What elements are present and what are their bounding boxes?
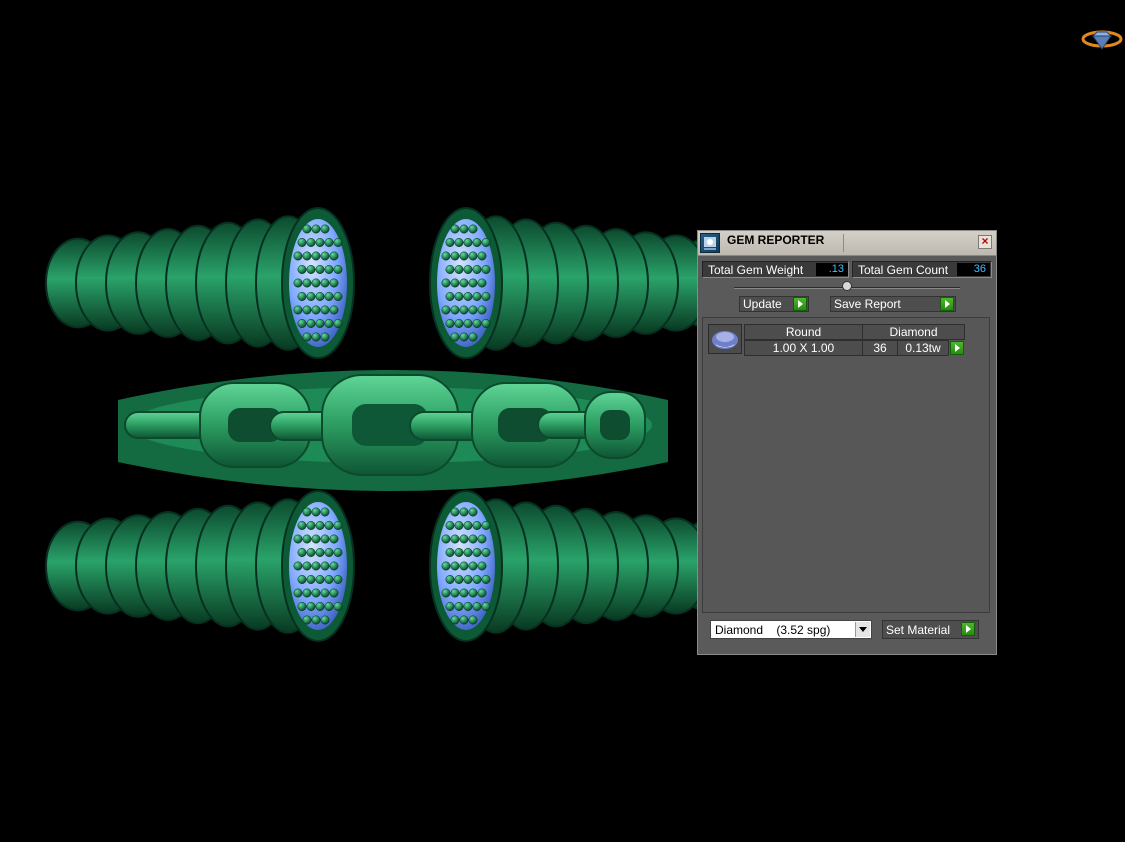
gem-size-cell: 1.00 X 1.00 — [744, 340, 863, 356]
panel-title: GEM REPORTER — [727, 233, 825, 247]
save-report-button[interactable]: Save Report — [830, 296, 956, 312]
save-report-label: Save Report — [834, 297, 901, 311]
total-count-label: Total Gem Count — [858, 263, 949, 277]
chevron-down-icon[interactable] — [855, 622, 870, 637]
close-icon[interactable]: × — [978, 235, 992, 249]
set-material-button[interactable]: Set Material — [882, 620, 979, 639]
gem-material-cell: Diamond — [862, 324, 965, 340]
total-count-field: Total Gem Count 36 — [852, 261, 992, 278]
gem-weight-cell: 0.13tw — [897, 340, 949, 356]
gem-list[interactable]: Round Diamond 1.00 X 1.00 36 0.13tw — [702, 317, 990, 613]
material-dropdown[interactable]: Diamond (3.52 spg) — [710, 620, 872, 639]
green-play-icon[interactable] — [961, 622, 975, 636]
update-label: Update — [743, 297, 782, 311]
total-weight-field: Total Gem Weight .13 — [702, 261, 849, 278]
round-gem-icon — [708, 324, 742, 354]
gem-reporter-panel: GEM REPORTER × Total Gem Weight .13 Tota… — [697, 230, 997, 655]
total-weight-value: .13 — [816, 263, 848, 276]
green-play-icon[interactable] — [950, 341, 964, 355]
slider-handle[interactable] — [842, 281, 852, 291]
material-selected: Diamond (3.52 spg) — [715, 623, 831, 637]
gem-reporter-icon — [700, 233, 720, 253]
green-play-icon[interactable] — [793, 297, 807, 311]
title-divider — [843, 234, 844, 252]
green-play-icon[interactable] — [940, 297, 954, 311]
set-material-label: Set Material — [886, 623, 951, 637]
update-button[interactable]: Update — [739, 296, 809, 312]
gem-count-cell: 36 — [862, 340, 898, 356]
gem-shape-cell: Round — [744, 324, 863, 340]
total-count-value: 36 — [957, 263, 990, 276]
panel-titlebar[interactable]: GEM REPORTER × — [698, 231, 996, 256]
total-weight-label: Total Gem Weight — [708, 263, 804, 277]
navigation-gem-logo[interactable] — [1080, 27, 1124, 53]
